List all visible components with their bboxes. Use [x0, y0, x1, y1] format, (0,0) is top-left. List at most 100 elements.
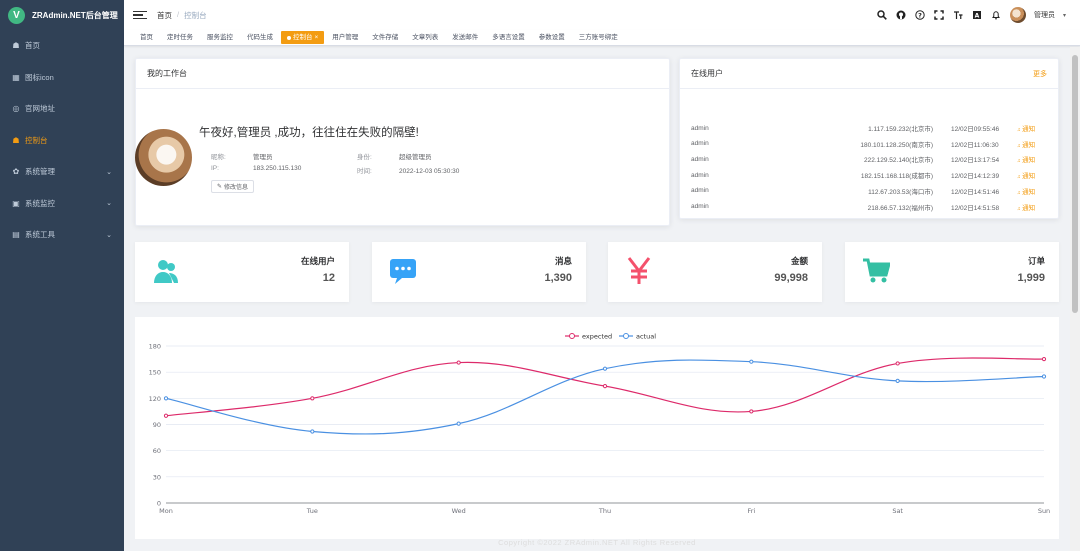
- notify-button[interactable]: ♫ 通知: [1017, 170, 1047, 180]
- tag-4[interactable]: 控制台 ×: [281, 31, 325, 44]
- dashboard-icon: ☗: [12, 135, 20, 145]
- close-icon[interactable]: ×: [315, 31, 319, 44]
- notify-button[interactable]: ♫ 通知: [1017, 123, 1047, 133]
- user-avatar[interactable]: [1009, 7, 1026, 23]
- data-point: [310, 396, 315, 401]
- tag-label: 发送邮件: [452, 34, 479, 41]
- notify-button[interactable]: ♫ 通知: [1017, 202, 1047, 212]
- tag-label: 代码生成: [247, 34, 273, 41]
- x-tick-label: Thu: [598, 507, 611, 515]
- tag-6[interactable]: 文件存储: [366, 31, 404, 44]
- legend-marker-icon: [569, 333, 575, 339]
- sidebar-item-6[interactable]: ▤ 系统工具 ⌄: [0, 219, 124, 251]
- edit-icon: ✎: [217, 184, 223, 190]
- notify-button[interactable]: ♫ 通知: [1017, 154, 1047, 164]
- online-users-title: 在线用户: [691, 69, 723, 78]
- x-tick-label: Sat: [892, 507, 903, 515]
- sidebar-item-label: 控制台: [25, 135, 48, 145]
- tag-2[interactable]: 服务监控: [201, 31, 239, 44]
- scrollbar[interactable]: [1070, 47, 1080, 551]
- data-point: [310, 429, 315, 434]
- sidebar-item-0[interactable]: ☗ 首页: [0, 30, 124, 62]
- fullscreen-icon[interactable]: [934, 10, 945, 21]
- sidebar-item-label: 系统管理: [25, 167, 55, 177]
- stat-card[interactable]: 消息 1,390: [372, 242, 586, 302]
- online-user-name: admin: [691, 171, 709, 179]
- stat-label: 在线用户: [300, 256, 335, 266]
- tag-0[interactable]: 首页: [134, 31, 159, 44]
- help-icon[interactable]: ?: [915, 10, 926, 21]
- y-tick-label: 150: [149, 369, 161, 377]
- tag-label: 文件存储: [372, 34, 399, 41]
- data-point: [163, 413, 169, 418]
- online-user-name: admin: [691, 155, 709, 163]
- tag-1[interactable]: 定时任务: [161, 31, 199, 44]
- online-user-ip: 112.67.203.53(海口市): [868, 188, 933, 196]
- stat-label: 金额: [790, 256, 808, 266]
- online-user-name: admin: [691, 187, 709, 195]
- tags-view: 首页 定时任务 服务监控 代码生成 控制台 × 用户管理 文件存储 文章列表 发送邮件 多语言设置 参…: [124, 30, 1080, 46]
- chevron-down-icon: ⌄: [106, 168, 112, 176]
- tag-label: 参数设置: [538, 34, 565, 41]
- chevron-down-icon[interactable]: ▾: [1063, 12, 1066, 19]
- bell-icon[interactable]: [991, 10, 1002, 21]
- hamburger-icon[interactable]: [133, 10, 147, 20]
- user-avatar-large: [135, 129, 192, 186]
- tag-3[interactable]: 代码生成: [241, 31, 279, 44]
- role-value: 超级管理员: [399, 154, 432, 161]
- tag-8[interactable]: 发送邮件: [446, 31, 484, 44]
- font-size-icon[interactable]: [953, 10, 964, 21]
- online-users-card: 在线用户 更多 admin 1.117.159.232(北京市) 12/02日09:…: [679, 58, 1059, 219]
- search-icon[interactable]: [877, 10, 888, 21]
- tag-label: 控制台: [293, 34, 313, 41]
- ip-info: IP: 183.250.115.130: [211, 165, 301, 172]
- online-user-row: admin 218.66.57.132(福州市) 12/02日14:51:58 ♫ 通…: [691, 201, 1047, 213]
- stat-value: 12: [322, 272, 335, 284]
- workbench-card: 我的工作台: [135, 58, 670, 226]
- online-user-ip: 180.101.128.250(南京市): [860, 141, 933, 149]
- scrollbar-thumb[interactable]: [1072, 55, 1078, 313]
- tag-11[interactable]: 三方账号绑定: [573, 31, 624, 44]
- user-name[interactable]: 管理员: [1034, 10, 1055, 20]
- stat-card[interactable]: 金额 99,998: [608, 242, 822, 302]
- main-content: 我的工作台 午夜好,管理员 ,成功，往往住在失败的隔壁! 昵称: 管理员 身份: 超…: [124, 47, 1070, 551]
- brand[interactable]: V ZRAdmin.NET后台管理: [0, 0, 124, 30]
- stat-value: 1,390: [544, 272, 572, 284]
- chevron-down-icon: ⌄: [106, 231, 112, 239]
- y-tick-label: 120: [149, 395, 161, 403]
- footer: Copyright ©2022 ZRAdmin.NET All Rights R…: [498, 538, 696, 547]
- data-point: [1041, 356, 1047, 362]
- language-icon[interactable]: A: [972, 10, 983, 21]
- svg-text:A: A: [975, 13, 980, 20]
- breadcrumb-home[interactable]: 首页: [157, 10, 172, 21]
- tag-5[interactable]: 用户管理: [326, 31, 364, 44]
- tag-7[interactable]: 文章列表: [406, 31, 444, 44]
- sidebar-item-2[interactable]: ◎ 官网地址: [0, 93, 124, 125]
- users-icon: [152, 257, 180, 285]
- online-user-time: 12/02日13:17:54: [951, 157, 1000, 165]
- edit-info-button[interactable]: ✎ 修改信息: [211, 180, 255, 193]
- sidebar-item-1[interactable]: ▦ 图标icon: [0, 62, 124, 94]
- stat-card[interactable]: 在线用户 12: [135, 242, 349, 302]
- online-user-row: admin 180.101.128.250(南京市) 12/02日11:06:30 ♫…: [691, 138, 1047, 150]
- online-user-row: admin 112.67.203.53(海口市) 12/02日14:51:46 ♫ 通…: [691, 185, 1047, 197]
- grid-icon: ▦: [12, 72, 20, 82]
- tag-10[interactable]: 参数设置: [533, 31, 571, 44]
- data-point: [895, 378, 900, 383]
- legend-label: expected: [582, 333, 612, 341]
- line-chart: 0 30 60 90 120 150 180 Mon Tue Wed Thu Fri Sat Sun exp…: [135, 317, 1059, 539]
- more-link[interactable]: 更多: [1033, 69, 1047, 79]
- sidebar-item-5[interactable]: ▣ 系统监控 ⌄: [0, 188, 124, 220]
- notify-label: 通知: [1022, 157, 1036, 165]
- notify-button[interactable]: ♫ 通知: [1017, 139, 1047, 149]
- stat-card[interactable]: 订单 1,999: [845, 242, 1059, 302]
- x-tick-label: Tue: [306, 507, 318, 515]
- sidebar-item-3[interactable]: ☗ 控制台: [0, 125, 124, 157]
- github-icon[interactable]: [896, 10, 907, 21]
- notify-button[interactable]: ♫ 通知: [1017, 186, 1047, 196]
- sidebar-item-label: 图标icon: [25, 72, 54, 82]
- shopping-cart-icon: [862, 257, 891, 285]
- tag-9[interactable]: 多语言设置: [486, 31, 531, 44]
- sidebar-item-4[interactable]: ✿ 系统管理 ⌄: [0, 156, 124, 188]
- data-point: [602, 384, 608, 389]
